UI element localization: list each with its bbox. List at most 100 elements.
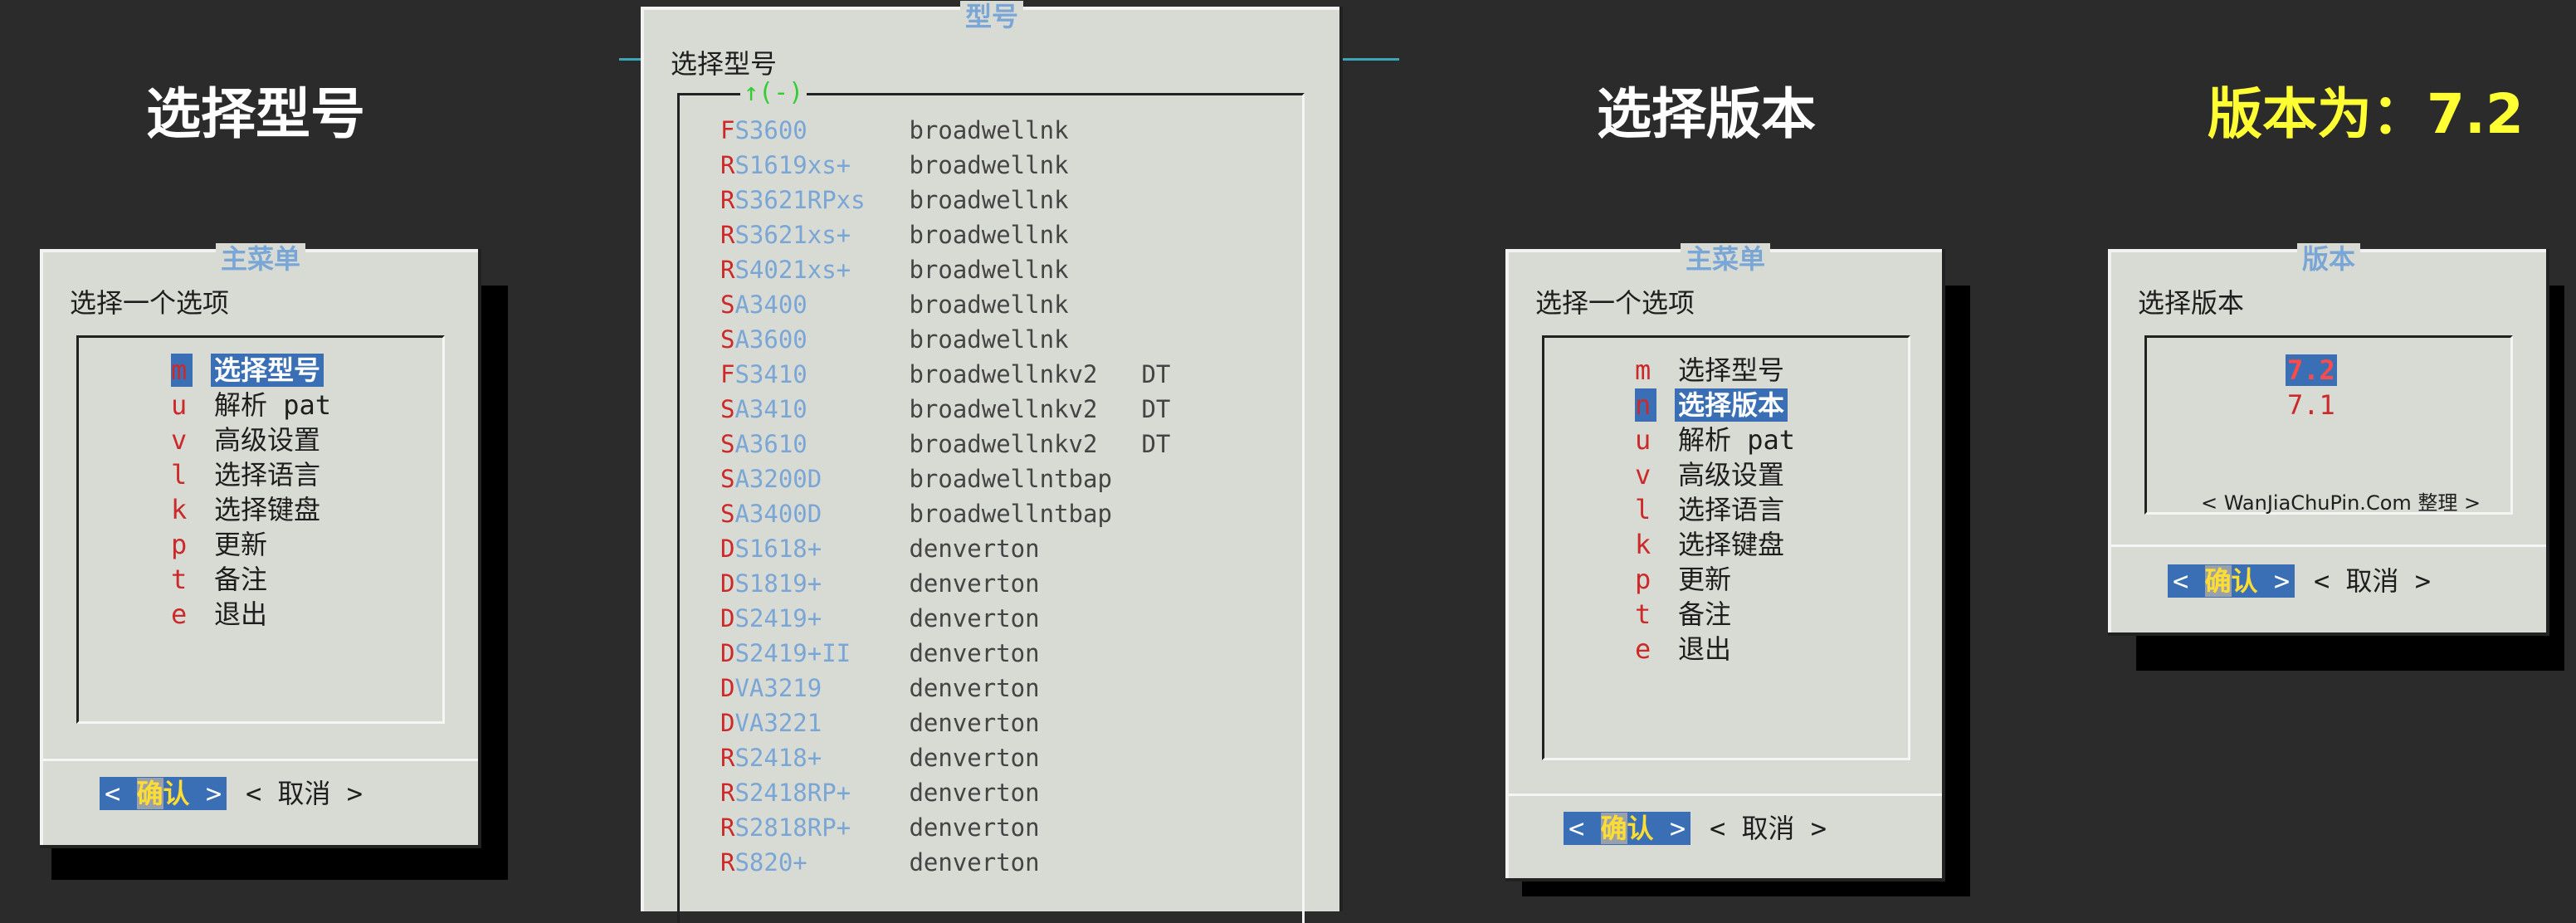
menu-item-k[interactable]: k 选择键盘 <box>1635 528 1788 561</box>
dialog-prompt: 选择版本 <box>2138 287 2245 319</box>
menu-label: 备注 <box>214 564 268 595</box>
version-item[interactable]: 7.2 <box>2286 354 2337 387</box>
version-item[interactable]: 7.1 <box>2286 388 2337 422</box>
menu-item-m[interactable]: m 选择型号 <box>171 354 324 387</box>
menu-key: p <box>171 529 188 560</box>
menu-label: 退出 <box>214 598 268 630</box>
menu-item-p[interactable]: p 更新 <box>1635 563 1734 596</box>
menu-item-l[interactable]: l 选择语言 <box>171 458 324 491</box>
menu-key: n <box>1635 388 1656 422</box>
menu-label: 更新 <box>214 529 268 560</box>
menu-label: 更新 <box>1678 564 1732 595</box>
model-row[interactable]: DS2419+II denverton <box>720 636 1141 671</box>
cancel-button[interactable]: < 取消 > <box>246 777 363 810</box>
menu-key: p <box>1635 564 1651 595</box>
menu-key: l <box>1635 494 1651 525</box>
menu-item-m[interactable]: m 选择型号 <box>1635 354 1788 387</box>
model-row[interactable]: SA3610 broadwellnkv2 DT <box>720 427 1170 461</box>
menu-item-e[interactable]: e 退出 <box>171 598 271 631</box>
menu-key: m <box>1635 354 1651 386</box>
ok-button[interactable]: < 确认 > <box>1564 812 1691 845</box>
model-row[interactable]: FS3410 broadwellnkv2 DT <box>720 357 1170 392</box>
dialog-title: 型号 <box>641 1 1343 32</box>
menu-key: t <box>1635 598 1651 630</box>
model-row[interactable]: DS1819+ denverton <box>720 566 1141 601</box>
model-list-dialog: 型号 选择型号 ↑(-) FS3600 broadwellnk RS1619xs+… <box>641 1 1343 923</box>
model-row[interactable]: SA3400 broadwellnk <box>720 287 1141 322</box>
menu-label: 高级设置 <box>214 424 321 456</box>
model-row[interactable]: DVA3221 denverton <box>720 706 1141 740</box>
menu-item-e[interactable]: e 退出 <box>1635 632 1734 666</box>
model-row[interactable]: SA3410 broadwellnkv2 DT <box>720 392 1170 427</box>
ok-button[interactable]: < 确认 > <box>100 777 227 810</box>
button-separator <box>43 759 478 761</box>
ok-button[interactable]: < 确认 > <box>2168 564 2295 598</box>
menu-key: t <box>171 564 188 595</box>
menu-item-u[interactable]: u 解析 pat <box>1635 423 1798 457</box>
model-row[interactable]: RS2418+ denverton <box>720 740 1141 775</box>
cancel-button[interactable]: < 取消 > <box>2314 564 2431 598</box>
menu-label: 备注 <box>1678 598 1732 630</box>
model-row[interactable]: RS1619xs+ broadwellnk <box>720 148 1141 183</box>
menu-label: 退出 <box>1678 633 1732 665</box>
menu-item-p[interactable]: p 更新 <box>171 528 271 561</box>
menu-key: v <box>1635 459 1651 491</box>
menu-item-k[interactable]: k 选择键盘 <box>171 493 324 526</box>
menu-label: 选择键盘 <box>214 494 321 525</box>
button-separator <box>2111 545 2546 547</box>
model-row[interactable]: RS820+ denverton <box>720 845 1141 880</box>
menu-key: e <box>1635 633 1651 665</box>
model-row[interactable]: DS1618+ denverton <box>720 531 1141 566</box>
menu-key: k <box>171 494 188 525</box>
version-dialog: 版本 选择版本 7.2 7.1 < WanJiaChuPin.Com 整理 > … <box>2108 243 2549 636</box>
model-row[interactable]: RS3621xs+ broadwellnk <box>720 217 1141 252</box>
menu-key: u <box>171 389 188 421</box>
main-menu-dialog-2: 主菜单 选择一个选项 m 选择型号 n 选择版本 u 解析 pat v 高级设置 l 选择… <box>1505 243 1945 881</box>
menu-item-t[interactable]: t 备注 <box>171 563 271 596</box>
model-row[interactable]: RS2818RP+ denverton <box>720 810 1141 845</box>
scroll-up-indicator: ↑(-) <box>740 78 807 107</box>
dialog-prompt: 选择一个选项 <box>1535 287 1695 319</box>
menu-label: 高级设置 <box>1678 459 1785 491</box>
model-row[interactable]: RS4021xs+ broadwellnk <box>720 252 1141 287</box>
button-separator <box>1509 794 1942 796</box>
dialog-title: 版本 <box>2108 243 2549 275</box>
model-row[interactable]: FS3600 broadwellnk <box>720 113 1141 148</box>
menu-label: 选择语言 <box>1678 494 1785 525</box>
model-row[interactable]: SA3200D broadwellntbap <box>720 461 1141 496</box>
menu-key: m <box>171 354 193 387</box>
title-line-right <box>1343 58 1399 61</box>
menu-key: k <box>1635 529 1651 560</box>
model-row[interactable]: SA3600 broadwellnk <box>720 322 1141 357</box>
menu-label: 选择版本 <box>1675 388 1788 422</box>
heading-select-version: 选择版本 <box>1597 82 1816 146</box>
menu-label: 选择型号 <box>1678 354 1785 386</box>
menu-label: 解析 pat <box>1678 424 1796 456</box>
model-row[interactable]: SA3400D broadwellntbap <box>720 496 1141 531</box>
menu-item-v[interactable]: v 高级设置 <box>1635 458 1788 491</box>
model-row[interactable]: DS2419+ denverton <box>720 601 1141 636</box>
credit-text: < WanJiaChuPin.Com 整理 > <box>2201 491 2481 515</box>
dialog-prompt: 选择型号 <box>671 48 778 80</box>
menu-key: v <box>171 424 188 456</box>
model-row[interactable]: RS3621RPxs broadwellnk <box>720 183 1141 217</box>
heading-version-result: 版本为：7.2 <box>2208 82 2524 146</box>
main-menu-dialog-1: 主菜单 选择一个选项 m 选择型号 u 解析 pat v 高级设置 l 选择语言 k 选择… <box>40 243 481 848</box>
dialog-title: 主菜单 <box>40 243 481 275</box>
menu-item-l[interactable]: l 选择语言 <box>1635 493 1788 526</box>
menu-item-n[interactable]: n 选择版本 <box>1635 388 1788 422</box>
menu-item-t[interactable]: t 备注 <box>1635 598 1734 631</box>
menu-key: l <box>171 459 188 491</box>
cancel-button[interactable]: < 取消 > <box>1710 812 1827 845</box>
menu-item-u[interactable]: u 解析 pat <box>171 388 334 422</box>
menu-label: 解析 pat <box>214 389 332 421</box>
menu-label: 选择语言 <box>214 459 321 491</box>
model-row[interactable]: DVA3219 denverton <box>720 671 1141 706</box>
menu-key: u <box>1635 424 1651 456</box>
dialog-title: 主菜单 <box>1505 243 1945 275</box>
menu-label: 选择键盘 <box>1678 529 1785 560</box>
heading-select-model: 选择型号 <box>146 82 365 146</box>
model-row[interactable]: RS2418RP+ denverton <box>720 775 1141 810</box>
dialog-prompt: 选择一个选项 <box>70 287 230 319</box>
menu-item-v[interactable]: v 高级设置 <box>171 423 324 457</box>
